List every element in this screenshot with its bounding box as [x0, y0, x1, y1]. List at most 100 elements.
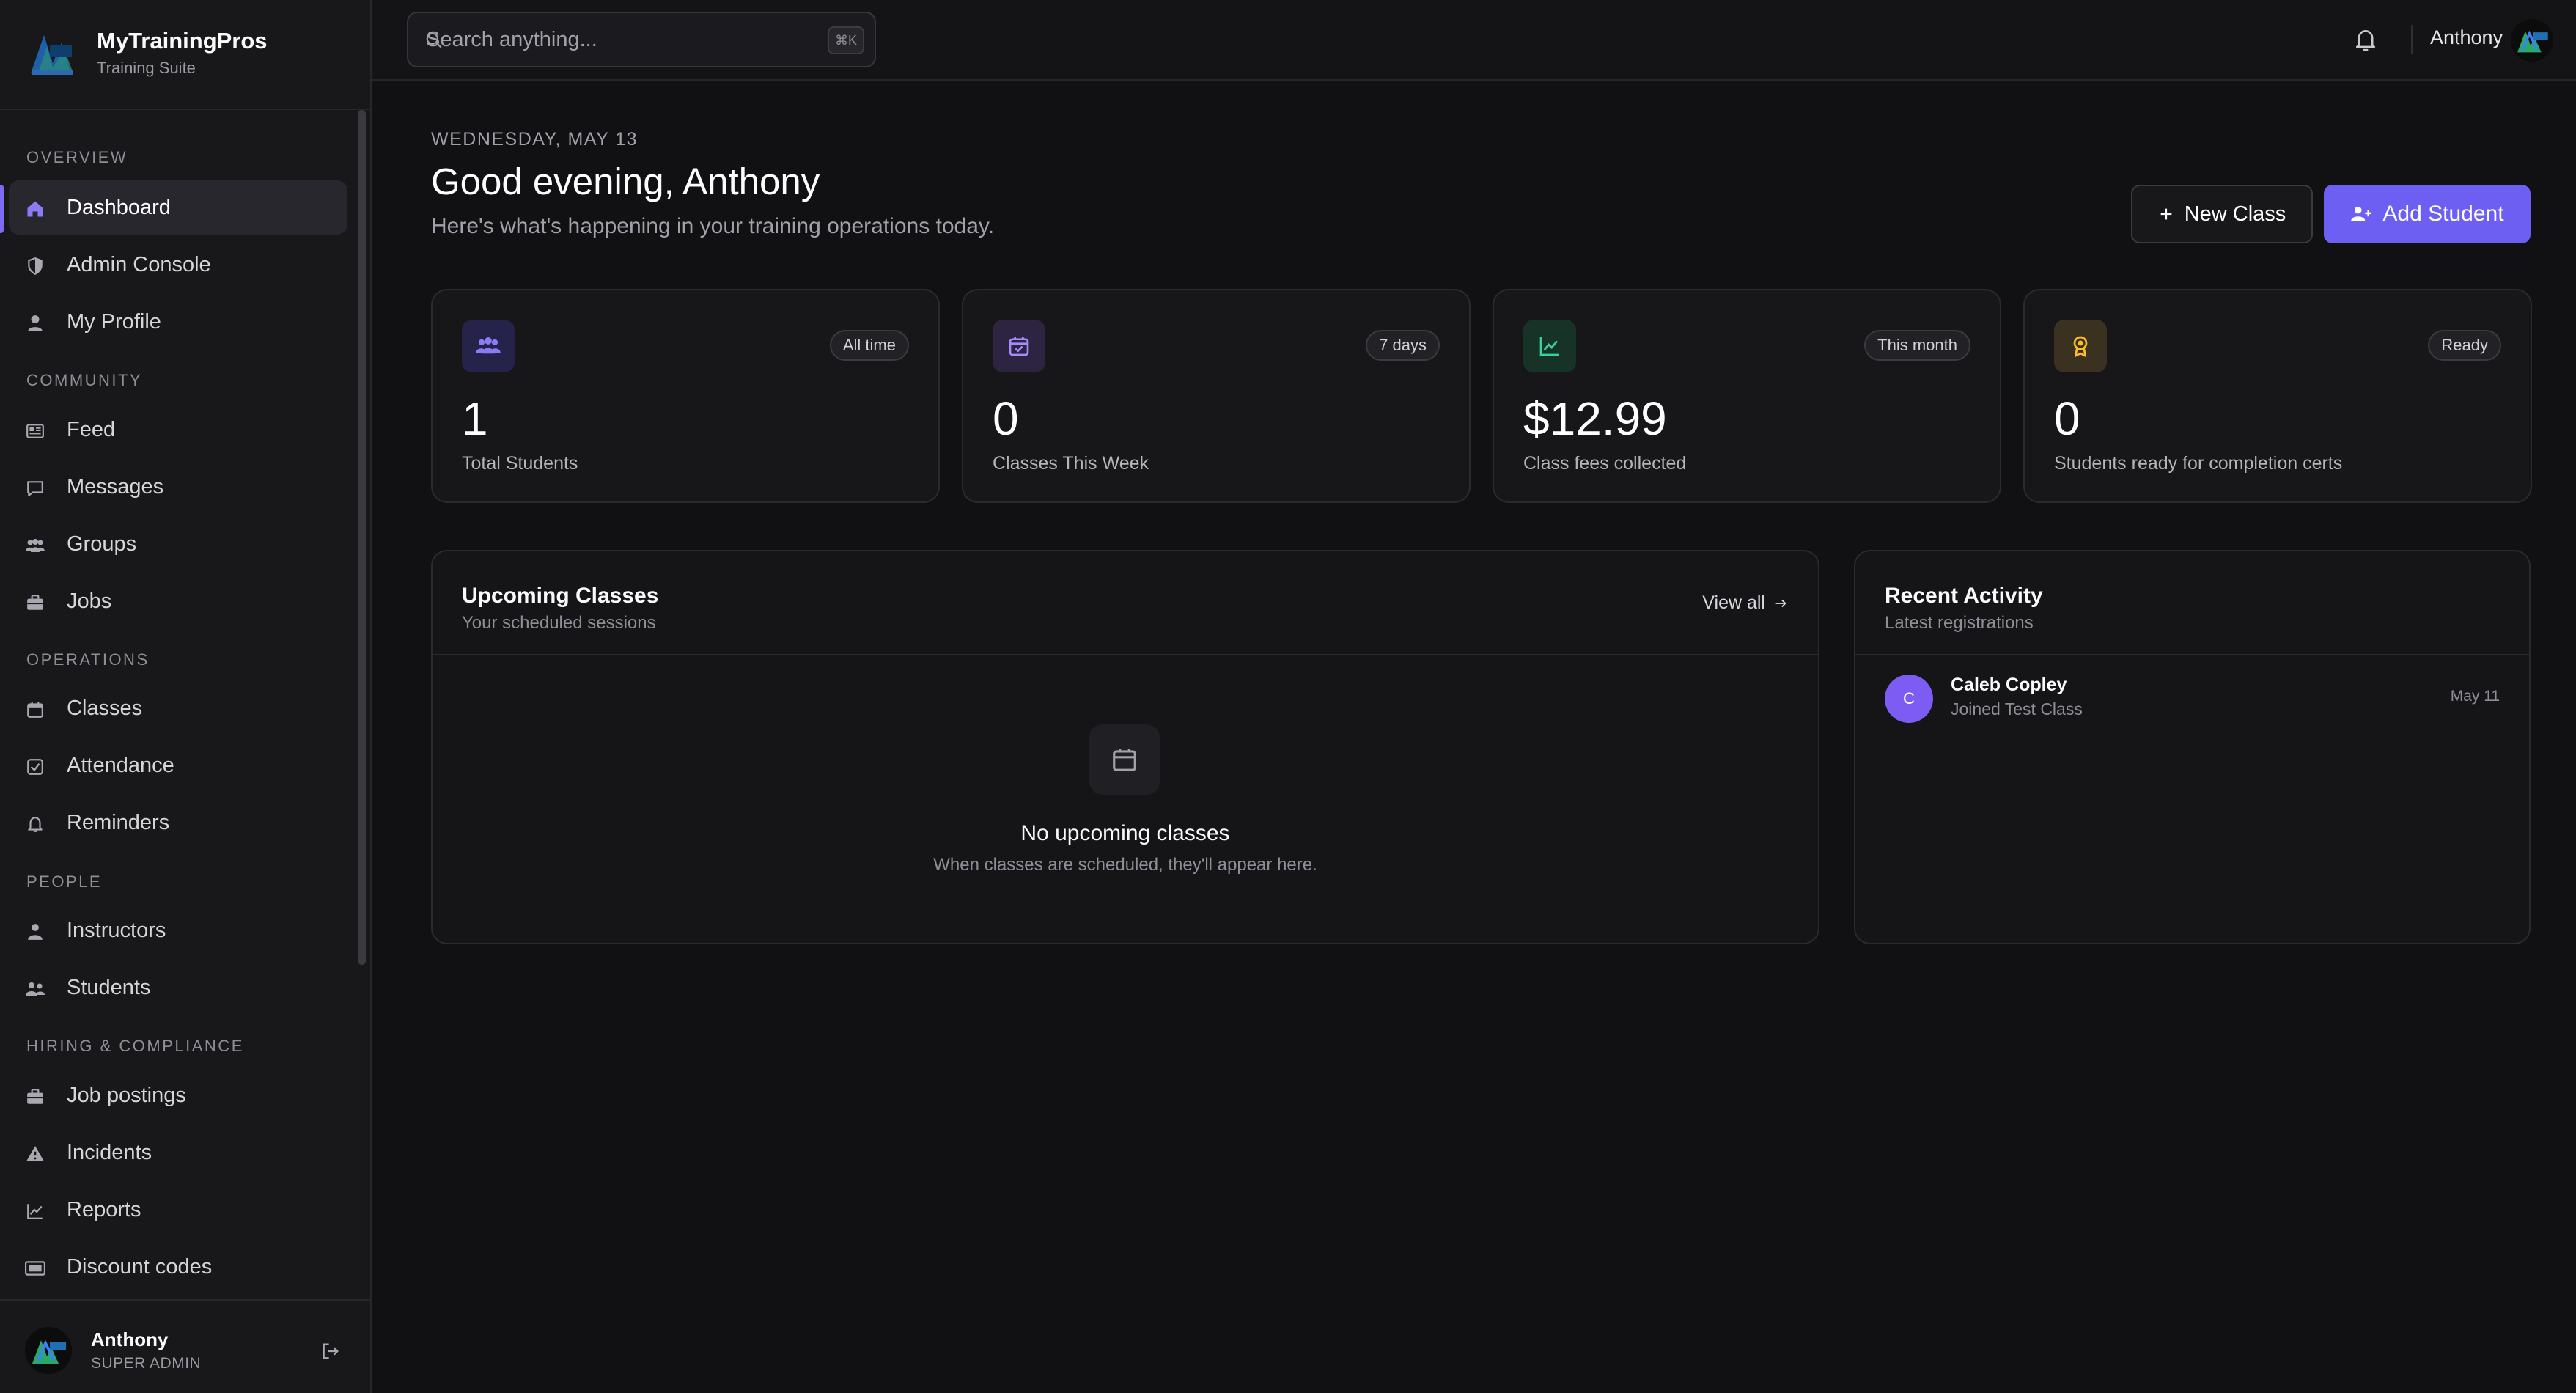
- stat-card-classes-this-week[interactable]: 7 days 0 Classes This Week: [962, 289, 1471, 503]
- topbar-user-name[interactable]: Anthony: [2430, 26, 2503, 49]
- stat-value: 0: [993, 392, 1019, 445]
- sidebar-item-reminders[interactable]: Reminders: [9, 795, 347, 850]
- search-box[interactable]: ⌘K: [407, 12, 876, 67]
- person-icon: [25, 922, 45, 942]
- award-icon: [2054, 320, 2107, 372]
- sidebar-item-reports[interactable]: Reports: [9, 1183, 347, 1237]
- users-icon: [25, 535, 45, 556]
- activity-date: May 11: [2450, 688, 2500, 705]
- sidebar-item-label: Jobs: [67, 589, 112, 613]
- avatar: C: [1885, 675, 1933, 723]
- stat-card-class-fees[interactable]: This month $12.99 Class fees collected: [1493, 289, 2001, 503]
- sidebar-item-messages[interactable]: Messages: [9, 460, 347, 514]
- sidebar-item-label: Instructors: [67, 918, 166, 942]
- sidebar-item-label: Reminders: [67, 810, 170, 834]
- sidebar-item-label: Classes: [67, 696, 143, 720]
- view-all-link[interactable]: View all: [1702, 592, 1789, 614]
- stat-label: Total Students: [462, 453, 578, 474]
- arrow-right-icon: [1773, 595, 1789, 611]
- calendar-icon: [25, 699, 45, 720]
- logout-icon[interactable]: [320, 1341, 341, 1361]
- sidebar-item-students[interactable]: Students: [9, 960, 347, 1015]
- recent-activity-panel: Recent Activity Latest registrations C C…: [1854, 550, 2531, 944]
- trend-icon: [1523, 320, 1576, 372]
- page-subtitle: Here's what's happening in your training…: [431, 214, 995, 238]
- section-operations: OPERATIONS: [26, 650, 150, 669]
- new-class-button[interactable]: New Class: [2131, 185, 2313, 243]
- section-people: PEOPLE: [26, 872, 103, 891]
- link-label: View all: [1702, 592, 1765, 613]
- chart-icon: [25, 1201, 45, 1221]
- sidebar-item-classes[interactable]: Classes: [9, 681, 347, 735]
- page-title: Good evening, Anthony: [431, 161, 820, 202]
- checkbox-icon: [25, 757, 45, 777]
- stat-badge: 7 days: [1366, 330, 1440, 361]
- stat-value: $12.99: [1523, 392, 1667, 445]
- app-logo[interactable]: [28, 29, 78, 78]
- sidebar-item-label: Attendance: [67, 753, 174, 777]
- stat-card-completion-certs[interactable]: Ready 0 Students ready for completion ce…: [2023, 289, 2532, 503]
- section-hiring-compliance: HIRING & COMPLIANCE: [26, 1037, 244, 1055]
- upcoming-classes-panel: Upcoming Classes Your scheduled sessions…: [431, 550, 1819, 944]
- sidebar-item-label: Dashboard: [67, 195, 171, 219]
- users-icon: [25, 979, 45, 999]
- app-subtitle: Training Suite: [97, 59, 196, 77]
- plus-icon: [2158, 206, 2174, 222]
- stat-value: 1: [462, 392, 488, 445]
- stat-label: Students ready for completion certs: [2054, 453, 2343, 474]
- notifications-icon[interactable]: [2351, 25, 2380, 54]
- avatar[interactable]: [2511, 19, 2553, 62]
- sidebar-user: Anthony SUPER ADMIN: [0, 1299, 370, 1393]
- sidebar-item-instructors[interactable]: Instructors: [9, 903, 347, 958]
- panel-subtitle: Your scheduled sessions: [462, 613, 656, 633]
- sidebar-item-my-profile[interactable]: My Profile: [9, 295, 347, 349]
- sidebar-item-groups[interactable]: Groups: [9, 517, 347, 571]
- stat-label: Class fees collected: [1523, 453, 1687, 474]
- sidebar-item-label: Groups: [67, 532, 137, 556]
- sidebar-item-label: My Profile: [67, 309, 161, 334]
- sidebar-item-incidents[interactable]: Incidents: [9, 1125, 347, 1180]
- briefcase-icon: [25, 592, 45, 613]
- stat-card-total-students[interactable]: All time 1 Total Students: [431, 289, 940, 503]
- avatar[interactable]: [25, 1327, 72, 1374]
- empty-state-title: No upcoming classes: [1020, 821, 1230, 845]
- stat-badge: All time: [829, 330, 909, 361]
- brand: MyTrainingPros Training Suite: [0, 0, 370, 110]
- sidebar-item-jobs[interactable]: Jobs: [9, 574, 347, 628]
- sidebar-item-dashboard[interactable]: Dashboard: [9, 180, 347, 235]
- home-icon: [25, 199, 45, 219]
- shortcut-hint: ⌘K: [828, 26, 864, 54]
- stat-badge: Ready: [2428, 330, 2501, 361]
- newspaper-icon: [25, 421, 45, 441]
- ticket-icon: [25, 1258, 45, 1279]
- panel-subtitle: Latest registrations: [1885, 613, 2034, 633]
- briefcase-icon: [25, 1087, 45, 1107]
- sidebar-item-label: Discount codes: [67, 1254, 213, 1279]
- sidebar-scrollbar[interactable]: [358, 110, 366, 965]
- sidebar-item-label: Incidents: [67, 1140, 152, 1164]
- sidebar-item-attendance[interactable]: Attendance: [9, 738, 347, 793]
- shield-icon: [25, 256, 45, 276]
- sidebar-item-admin-console[interactable]: Admin Console: [9, 238, 347, 292]
- activity-name: Caleb Copley: [1951, 675, 2067, 695]
- sidebar-item-label: Admin Console: [67, 252, 211, 276]
- section-overview: OVERVIEW: [26, 148, 128, 166]
- sidebar-item-discount-codes[interactable]: Discount codes: [9, 1240, 347, 1294]
- sidebar-item-label: Reports: [67, 1197, 141, 1221]
- stat-badge: This month: [1864, 330, 1970, 361]
- sidebar-item-job-postings[interactable]: Job postings: [9, 1068, 347, 1122]
- panel-title: Recent Activity: [1885, 584, 2043, 608]
- sidebar-item-label: Feed: [67, 417, 116, 441]
- topbar: ⌘K Anthony: [372, 0, 2576, 81]
- divider: [1855, 654, 2529, 655]
- user-plus-icon: [2350, 204, 2372, 224]
- stat-value: 0: [2054, 392, 2080, 445]
- panel-title: Upcoming Classes: [462, 584, 659, 608]
- divider: [433, 654, 1818, 655]
- calendar-icon: [1089, 724, 1160, 795]
- divider: [2411, 25, 2413, 54]
- add-student-button[interactable]: Add Student: [2324, 185, 2531, 243]
- search-input[interactable]: [426, 25, 792, 54]
- users-icon: [462, 320, 515, 372]
- sidebar-item-feed[interactable]: Feed: [9, 403, 347, 457]
